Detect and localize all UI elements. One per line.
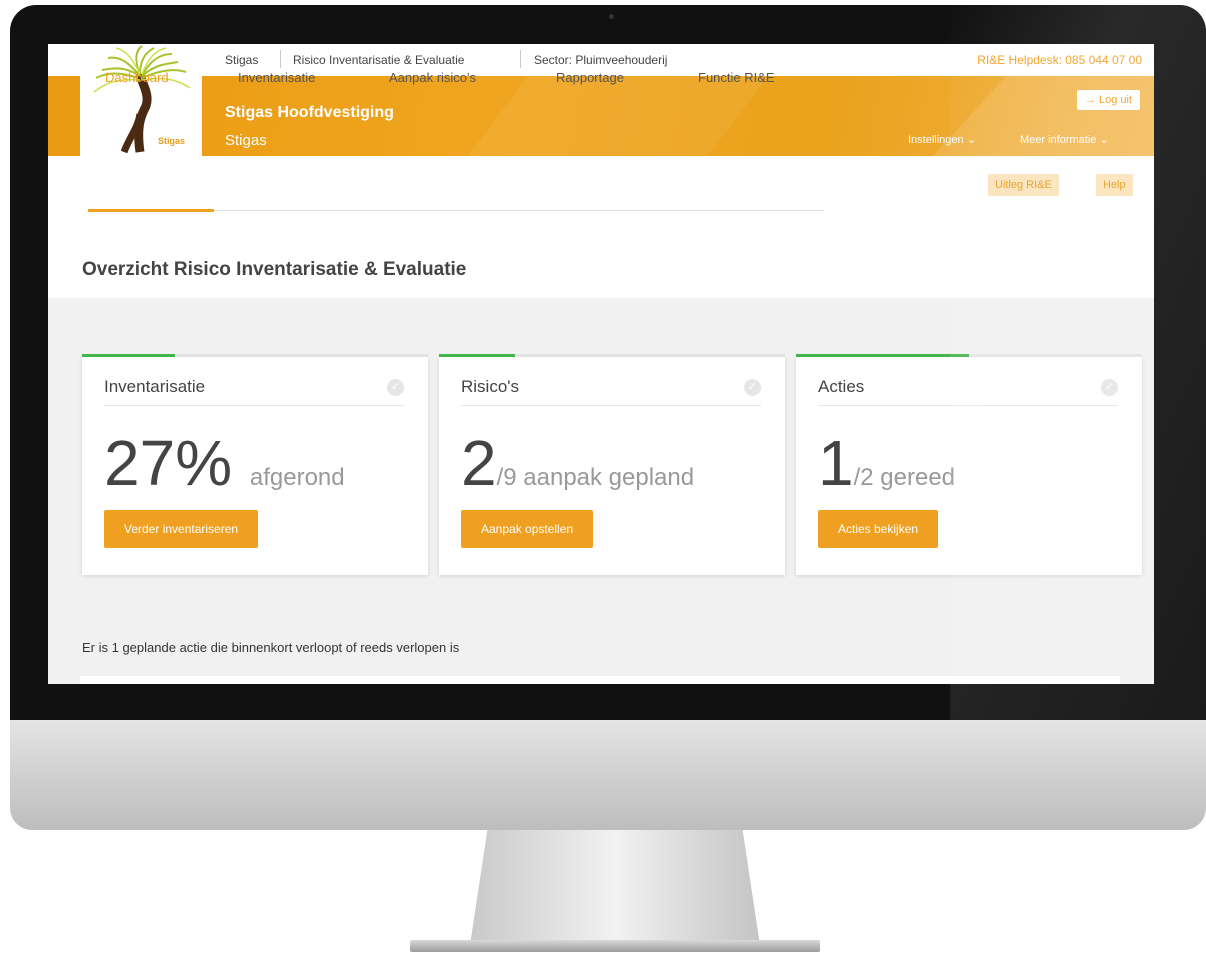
breadcrumb-app: Risico Inventarisatie & Evaluatie xyxy=(293,53,465,67)
help-button[interactable]: Help xyxy=(1096,174,1133,196)
uitleg-rie-button[interactable]: Uitleg RI&E xyxy=(988,174,1059,196)
company-name: Stigas Hoofdvestiging xyxy=(225,104,394,121)
stigas-logo[interactable]: Stigas xyxy=(80,44,202,156)
screen: Stigas Risico Inventarisatie & Evaluatie… xyxy=(48,44,1154,684)
expiring-actions-notice: Er is 1 geplande actie die binnenkort ve… xyxy=(82,640,460,655)
check-icon: ✓ xyxy=(1101,379,1118,396)
helpdesk-link[interactable]: RI&E Helpdesk: 085 044 07 00 xyxy=(977,53,1142,67)
tab-functie-rie[interactable]: Functie RI&E xyxy=(698,70,775,85)
risicos-progress xyxy=(439,354,516,357)
monitor-stand-base xyxy=(410,940,820,952)
card-value: 2/9 aanpak gepland xyxy=(461,427,695,499)
subcompany-name: Stigas xyxy=(225,132,267,149)
monitor-chin xyxy=(10,720,1206,830)
card-acties: Acties ✓ 1/2 gereed Acties bekijken xyxy=(796,354,1142,575)
aanpak-opstellen-button[interactable]: Aanpak opstellen xyxy=(461,510,594,548)
tab-inventarisatie[interactable]: Inventarisatie xyxy=(238,70,315,85)
logout-button[interactable]: → Log uit xyxy=(1076,90,1140,110)
card-title: Inventarisatie xyxy=(104,377,206,396)
acties-progress xyxy=(796,354,969,357)
settings-menu[interactable]: Instellingen ⌄ xyxy=(908,133,976,146)
card-value: 27% afgerond xyxy=(104,427,345,499)
tab-dashboard[interactable]: Dashboard xyxy=(105,70,169,85)
acties-bekijken-button[interactable]: Acties bekijken xyxy=(818,510,939,548)
card-title: Acties xyxy=(818,377,865,396)
card-risicos: Risico's ✓ 2/9 aanpak gepland Aanpak ops… xyxy=(439,354,785,575)
logo-text: Stigas xyxy=(158,136,185,146)
card-title: Risico's xyxy=(461,377,520,396)
card-value: 1/2 gereed xyxy=(818,427,956,499)
page-title: Overzicht Risico Inventarisatie & Evalua… xyxy=(82,259,467,280)
tree-logo-icon: Stigas xyxy=(93,45,191,154)
camera-icon xyxy=(609,14,614,19)
card-inventarisatie: Inventarisatie ✓ 27% afgerond Verder inv… xyxy=(82,354,428,575)
tab-aanpak-risicos[interactable]: Aanpak risico's xyxy=(389,70,476,85)
verder-inventariseren-button[interactable]: Verder inventariseren xyxy=(104,510,259,548)
check-icon: ✓ xyxy=(387,379,404,396)
more-info-menu[interactable]: Meer informatie ⌄ xyxy=(1020,133,1109,146)
tab-rapportage[interactable]: Rapportage xyxy=(556,70,624,85)
breadcrumb-sector: Sector: Pluimveehouderij xyxy=(534,53,668,67)
breadcrumb-org: Stigas xyxy=(225,53,259,67)
check-icon: ✓ xyxy=(744,379,761,396)
monitor-stand xyxy=(470,830,760,945)
inventarisatie-progress xyxy=(82,354,176,357)
title-bar xyxy=(48,212,1154,298)
